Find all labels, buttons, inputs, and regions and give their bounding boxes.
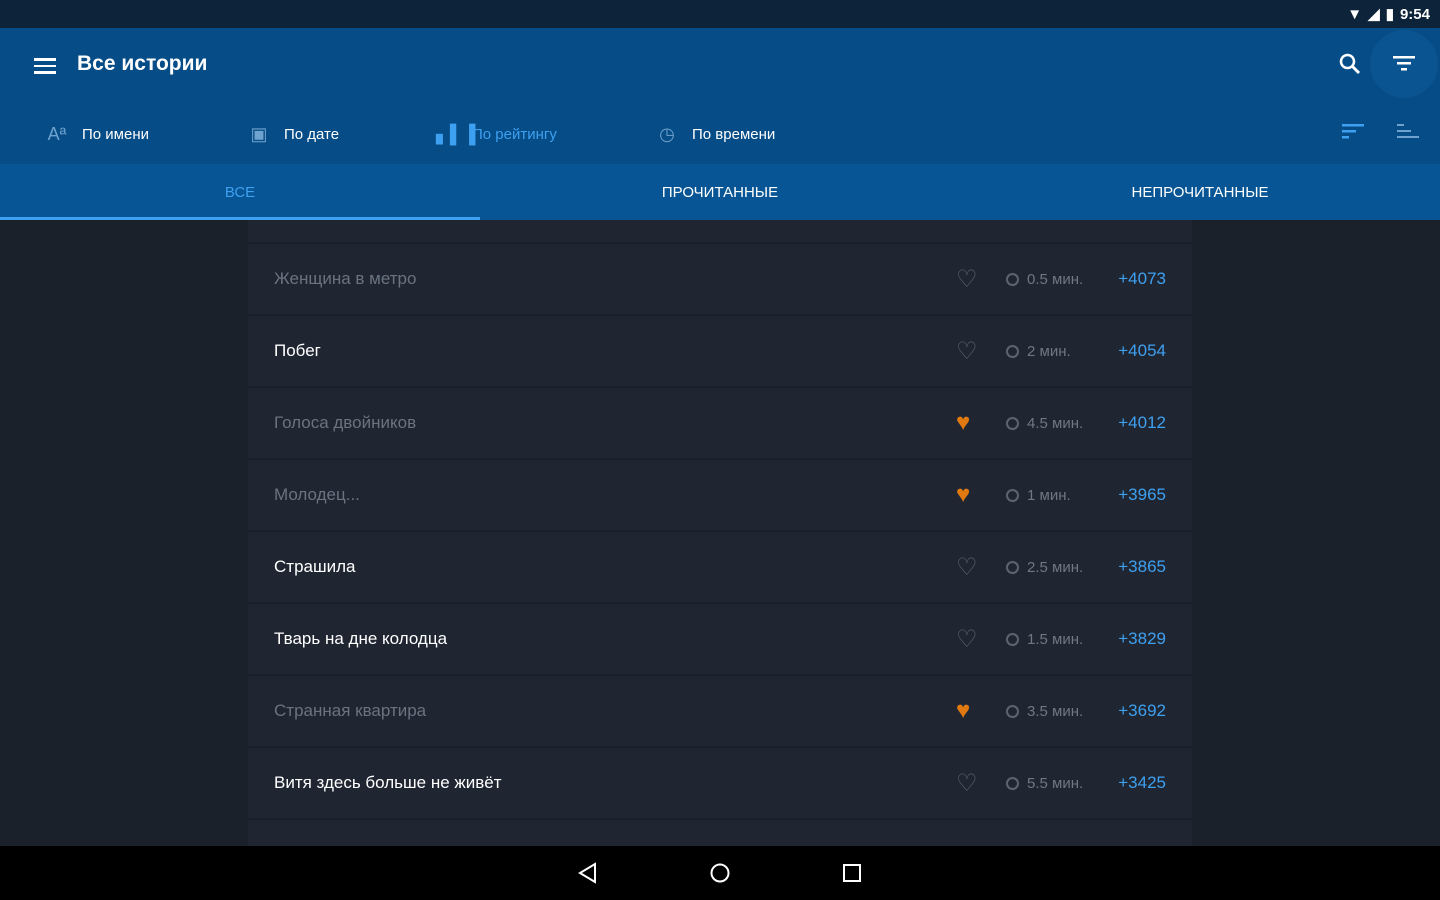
clock-icon — [1006, 632, 1019, 646]
back-icon[interactable] — [577, 862, 599, 884]
page-title: Все истории — [77, 52, 208, 75]
calendar-icon: ▣ — [250, 123, 268, 144]
story-title: Витя здесь больше не живёт — [274, 773, 502, 792]
navigation-bar — [0, 846, 1440, 900]
tab-read[interactable]: ПРОЧИТАННЫЕ — [480, 164, 960, 220]
story-list[interactable]: Женщина в метро ♡ 0.5 мин. +4073 Побег ♡ … — [248, 220, 1192, 846]
rating-score: +3865 — [1118, 557, 1166, 576]
status-bar: ▼ ◢ ▮ 9:54 — [0, 0, 1440, 28]
clock-icon — [1006, 704, 1019, 718]
tab-all[interactable]: ВСЕ — [0, 164, 480, 220]
story-title: Женщина в метро — [274, 269, 417, 288]
font-size-icon: Aª — [47, 123, 67, 144]
wifi-icon: ▼ — [1347, 5, 1363, 23]
app-bar: Все истории Aª По имени ▣ По дате ▖▌▐ По ре… — [0, 28, 1440, 220]
home-icon[interactable] — [709, 862, 731, 884]
sort-by-rating[interactable]: ▖▌▐ По рейтингу — [436, 108, 557, 160]
read-time: 1.5 мин. — [1006, 631, 1083, 648]
tab-bar: ВСЕ ПРОЧИТАННЫЕ НЕПРОЧИТАННЫЕ — [0, 164, 1440, 220]
list-item[interactable]: Витя здесь больше не живёт ♡ 5.5 мин. +3… — [248, 748, 1192, 820]
rating-score: +4073 — [1118, 269, 1166, 288]
story-title: Побег — [274, 341, 321, 360]
list-item-partial — [248, 220, 1192, 244]
sort-by-name[interactable]: Aª По имени — [46, 108, 149, 160]
list-item[interactable]: Побег ♡ 2 мин. +4054 — [248, 316, 1192, 388]
rating-score: +3425 — [1118, 773, 1166, 792]
story-title: Тварь на дне колодца — [274, 629, 448, 648]
read-time: 4.5 мин. — [1006, 415, 1083, 432]
list-item[interactable]: Страшила ♡ 2.5 мин. +3865 — [248, 532, 1192, 604]
heart-icon[interactable]: ♥ — [956, 481, 970, 509]
clock-text: 9:54 — [1399, 5, 1430, 23]
read-time: 0.5 мин. — [1006, 271, 1083, 288]
read-time: 5.5 мин. — [1006, 775, 1083, 792]
read-time: 3.5 мин. — [1006, 703, 1083, 720]
list-item[interactable]: Голоса двойников ♥ 4.5 мин. +4012 — [248, 388, 1192, 460]
sort-by-time[interactable]: ◷ По времени — [656, 108, 775, 160]
clock-icon: ◷ — [659, 123, 675, 144]
rating-score: +4054 — [1118, 341, 1166, 360]
rating-score: +3692 — [1118, 701, 1166, 720]
battery-icon: ▮ — [1385, 6, 1394, 23]
clock-icon — [1006, 416, 1019, 430]
filter-icon[interactable] — [1370, 30, 1438, 98]
heart-icon[interactable]: ♥ — [956, 409, 970, 437]
read-time: 1 мин. — [1006, 487, 1071, 504]
rating-score: +3965 — [1118, 485, 1166, 504]
sort-ascending-icon[interactable] — [1397, 124, 1419, 145]
clock-icon — [1006, 488, 1019, 502]
bar-chart-icon: ▖▌▐ — [436, 123, 476, 144]
heart-icon[interactable]: ♡ — [956, 769, 978, 798]
clock-icon — [1006, 776, 1019, 790]
read-time: 2.5 мин. — [1006, 559, 1083, 576]
signal-icon: ◢ — [1368, 6, 1380, 23]
list-item[interactable]: Тварь на дне колодца ♡ 1.5 мин. +3829 — [248, 604, 1192, 676]
heart-icon[interactable]: ♡ — [956, 625, 978, 654]
list-item[interactable]: Странная квартира ♥ 3.5 мин. +3692 — [248, 676, 1192, 748]
menu-icon[interactable] — [34, 54, 56, 78]
story-title: Страшила — [274, 557, 356, 576]
sort-descending-icon[interactable] — [1342, 124, 1364, 145]
tab-unread[interactable]: НЕПРОЧИТАННЫЕ — [960, 164, 1440, 220]
story-title: Странная квартира — [274, 701, 427, 720]
rating-score: +3829 — [1118, 629, 1166, 648]
heart-icon[interactable]: ♥ — [956, 697, 970, 725]
read-time: 2 мин. — [1006, 343, 1071, 360]
rating-score: +4012 — [1118, 413, 1166, 432]
heart-icon[interactable]: ♡ — [956, 265, 978, 294]
list-item[interactable]: Молодец... ♥ 1 мин. +3965 — [248, 460, 1192, 532]
clock-icon — [1006, 560, 1019, 574]
sort-by-date[interactable]: ▣ По дате — [248, 108, 339, 160]
list-item[interactable]: Женщина в метро ♡ 0.5 мин. +4073 — [248, 244, 1192, 316]
clock-icon — [1006, 272, 1019, 286]
heart-icon[interactable]: ♡ — [956, 337, 978, 366]
story-title: Голоса двойников — [274, 413, 417, 432]
sort-bar: Aª По имени ▣ По дате ▖▌▐ По рейтингу ◷ По в… — [0, 108, 1440, 160]
clock-icon — [1006, 344, 1019, 358]
search-icon[interactable] — [1338, 52, 1362, 81]
recents-icon[interactable] — [841, 862, 863, 884]
story-title: Молодец... — [274, 485, 360, 504]
heart-icon[interactable]: ♡ — [956, 553, 978, 582]
list-item-partial — [248, 820, 1192, 846]
